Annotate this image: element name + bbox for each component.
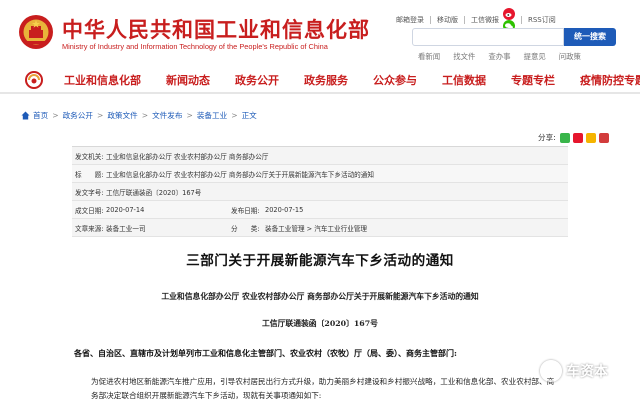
ministry-logo-icon[interactable]	[25, 71, 43, 89]
breadcrumb-current: 正文	[241, 111, 257, 120]
docno-label: 发文字号:	[75, 188, 104, 197]
article-subheading: 工业和信息化部办公厅 农业农村部办公厅 商务部办公厅关于开展新能源汽车下乡活动的…	[161, 292, 479, 301]
quicklink-news[interactable]: 看新闻	[418, 51, 440, 62]
nav-item-data[interactable]: 工信数据	[442, 72, 486, 88]
watermark: 车资本	[540, 360, 608, 382]
breadcrumb-equipment[interactable]: 装备工业	[197, 110, 227, 121]
share-wechat-icon[interactable]	[559, 132, 570, 143]
quicklink-files[interactable]: 找文件	[453, 51, 475, 62]
weibo-news-link[interactable]: 工信微报	[471, 15, 499, 25]
meta-row-dates: 成文日期: 2020-07-14 发布日期: 2020-07-15	[72, 201, 568, 219]
quicklink-feedback[interactable]: 提意见	[524, 51, 546, 62]
nav-items: 工业和信息化部 新闻动态 政务公开 政务服务 公众参与 工信数据 专题专栏 疫情…	[64, 72, 640, 88]
watermark-logo-icon	[540, 360, 562, 382]
mail-login-link[interactable]: 邮箱登录	[396, 15, 424, 25]
nav-item-special-topics[interactable]: 专题专栏	[511, 72, 555, 88]
article-body: 为促进农村地区新能源汽车推广应用，引导农村居民出行方式升级，助力美丽乡村建设和乡…	[91, 377, 555, 400]
nav-item-gov-services[interactable]: 政务服务	[304, 72, 348, 88]
issuer-value: 工业和信息化部办公厅 农业农村部办公厅 商务部办公厅	[106, 152, 269, 161]
search-button[interactable]: 统一搜索	[564, 28, 616, 46]
docno-value: 工信厅联通装函〔2020〕167号	[106, 188, 202, 197]
breadcrumb-file-release[interactable]: 文件发布	[152, 110, 182, 121]
published-label: 发布日期:	[231, 206, 260, 215]
nav-item-gov-affairs[interactable]: 政务公开	[235, 72, 279, 88]
created-value: 2020-07-14	[106, 205, 145, 214]
quicklink-policy[interactable]: 问政策	[559, 51, 581, 62]
breadcrumb-separator: >	[96, 111, 104, 120]
rss-link[interactable]: RSS订阅	[528, 15, 556, 25]
nav-item-public-participation[interactable]: 公众参与	[373, 72, 417, 88]
breadcrumb-separator: >	[141, 111, 149, 120]
article-doc-number: 工信厅联通装函〔2020〕167号	[262, 319, 378, 328]
watermark-text: 车资本	[566, 364, 608, 380]
source-value: 装备工业一司	[106, 224, 146, 233]
published-value: 2020-07-15	[265, 205, 304, 214]
share-bar: 分享:	[538, 132, 609, 143]
breadcrumb: 首页 > 政务公开 > 政策文件 > 文件发布 > 装备工业 > 正文	[21, 110, 257, 121]
divider	[464, 16, 465, 24]
breadcrumb-gov-affairs[interactable]: 政务公开	[63, 110, 93, 121]
share-more-icon[interactable]	[598, 132, 609, 143]
site-title[interactable]: 中华人民共和国工业和信息化部	[62, 14, 370, 44]
title-value: 工业和信息化部办公厅 农业农村部办公厅 商务部办公厅关于开展新能源汽车下乡活动的…	[106, 170, 374, 179]
quick-links: 看新闻 找文件 查办事 提意见 问政策	[418, 51, 581, 62]
quicklink-services[interactable]: 查办事	[488, 51, 510, 62]
breadcrumb-home[interactable]: 首页	[33, 110, 48, 121]
divider	[521, 16, 522, 24]
divider	[430, 16, 431, 24]
site-header: 中华人民共和国工业和信息化部 Ministry of Industry and …	[0, 0, 640, 64]
home-icon[interactable]	[21, 111, 30, 120]
article-title: 三部门关于开展新能源汽车下乡活动的通知	[186, 253, 454, 269]
breadcrumb-separator: >	[186, 111, 193, 120]
created-label: 成文日期:	[75, 206, 104, 215]
share-qzone-icon[interactable]	[585, 132, 596, 143]
breadcrumb-separator: >	[231, 111, 238, 120]
nav-item-ministry[interactable]: 工业和信息化部	[64, 72, 141, 88]
category-value[interactable]: 装备工业管理 > 汽车工业行业管理	[265, 223, 367, 233]
nav-item-news[interactable]: 新闻动态	[166, 72, 210, 88]
meta-row-title: 标 题: 工业和信息化部办公厅 农业农村部办公厅 商务部办公厅关于开展新能源汽车…	[72, 165, 568, 183]
mobile-version-link[interactable]: 移动版	[437, 15, 458, 25]
document-meta-table: 发文机关: 工业和信息化部办公厅 农业农村部办公厅 商务部办公厅 标 题: 工业…	[72, 146, 568, 237]
source-label: 文章来源:	[75, 224, 104, 233]
breadcrumb-separator: >	[52, 111, 59, 120]
nav-item-epidemic[interactable]: 疫情防控专题	[580, 72, 640, 88]
title-label: 标 题:	[75, 170, 104, 179]
category-label: 分 类:	[231, 224, 260, 233]
search-input[interactable]	[412, 28, 564, 46]
share-weibo-icon[interactable]	[572, 132, 583, 143]
meta-row-docno: 发文字号: 工信厅联通装函〔2020〕167号	[72, 183, 568, 201]
breadcrumb-policy-files[interactable]: 政策文件	[107, 110, 137, 121]
meta-row-source: 文章来源: 装备工业一司 分 类: 装备工业管理 > 汽车工业行业管理	[72, 219, 568, 237]
main-nav: 工业和信息化部 新闻动态 政务公开 政务服务 公众参与 工信数据 专题专栏 疫情…	[0, 66, 640, 94]
share-icons	[559, 132, 609, 143]
issuer-label: 发文机关:	[75, 152, 104, 161]
meta-row-issuer: 发文机关: 工业和信息化部办公厅 农业农村部办公厅 商务部办公厅	[72, 147, 568, 165]
article-salutation: 各省、自治区、直辖市及计划单列市工业和信息化主管部门、农业农村（农牧）厅（局、委…	[74, 348, 457, 358]
weibo-icon[interactable]	[503, 8, 515, 20]
share-label: 分享:	[538, 133, 556, 142]
site-subtitle: Ministry of Industry and Information Tec…	[62, 42, 328, 51]
national-emblem-icon[interactable]	[18, 12, 54, 52]
